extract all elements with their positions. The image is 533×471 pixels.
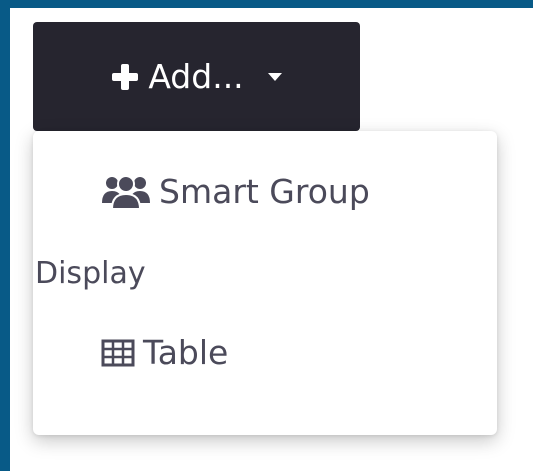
add-dropdown-menu: Smart Group Display Table [33,131,497,435]
menu-item-table[interactable]: Table [101,336,228,369]
window-frame-edge-top [0,0,533,8]
plus-icon [112,63,139,90]
add-button-label: Add... [148,57,244,96]
menu-item-smart-group[interactable]: Smart Group [101,173,370,209]
caret-down-icon [267,72,282,81]
users-group-icon [102,175,150,209]
window-frame-edge-left [0,0,10,471]
menu-item-label: Table [143,333,229,372]
add-dropdown-button[interactable]: Add... [33,22,360,131]
table-icon [101,339,135,366]
menu-section-header-display: Display [35,256,146,291]
menu-item-label: Smart Group [159,171,370,211]
